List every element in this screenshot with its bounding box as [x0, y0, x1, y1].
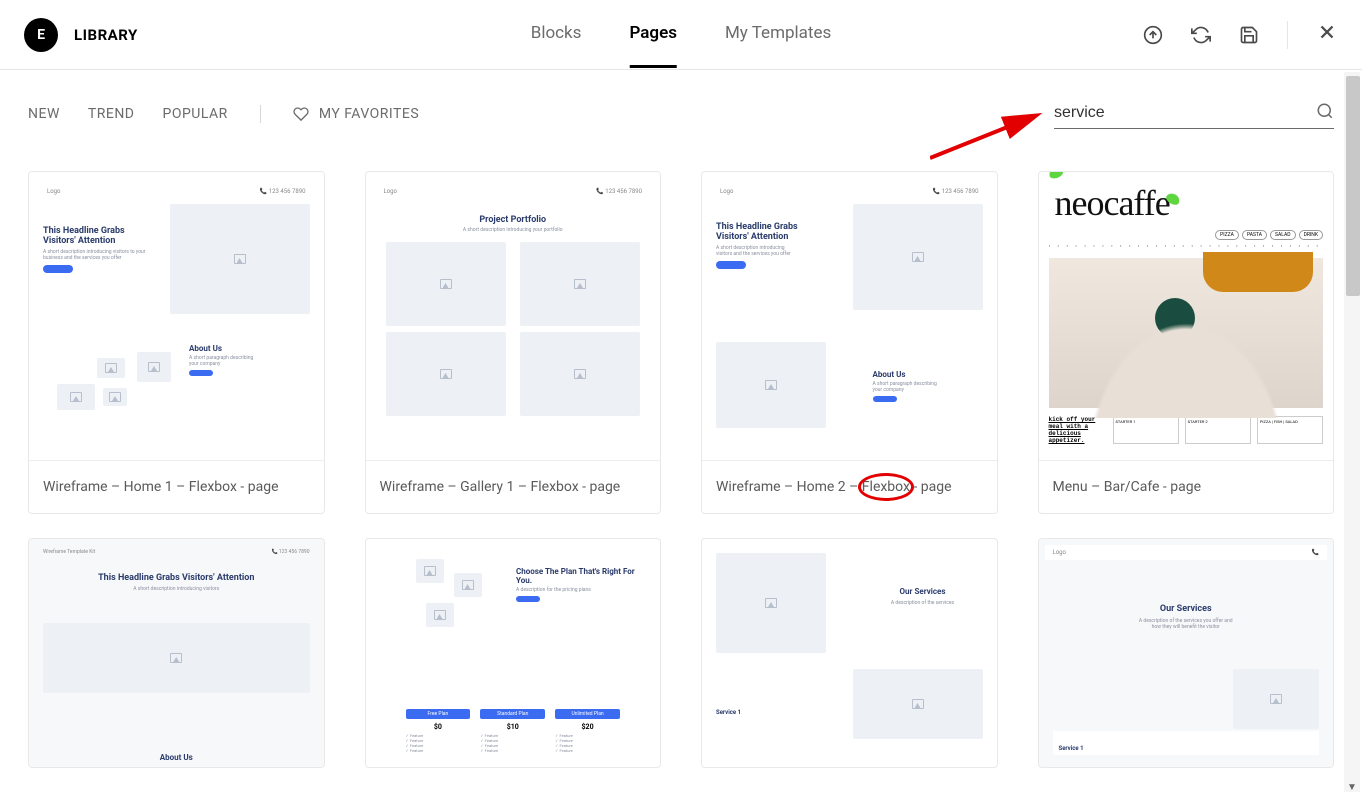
template-thumbnail: neocaffe PIZZA PASTA SALAD DRINK • • • •… [1039, 172, 1334, 460]
my-favorites-button[interactable]: MY FAVORITES [293, 106, 419, 122]
upload-icon[interactable] [1143, 25, 1163, 45]
template-thumbnail: Logo📞 123 456 7890 This Headline Grabs V… [702, 172, 997, 460]
search-input[interactable] [1054, 98, 1316, 128]
refresh-icon[interactable] [1191, 25, 1211, 45]
scrollbar-down-icon[interactable]: ▼ [1344, 779, 1360, 795]
template-card[interactable]: neocaffe PIZZA PASTA SALAD DRINK • • • •… [1038, 171, 1335, 514]
tab-blocks[interactable]: Blocks [531, 1, 582, 68]
template-title: Menu – Bar/Cafe - page [1039, 460, 1334, 513]
heart-icon [293, 106, 309, 122]
template-thumbnail: Logo📞 123 456 7890 Project Portfolio A s… [366, 172, 661, 460]
template-title: Wireframe – Gallery 1 – Flexbox - page [366, 460, 661, 513]
divider [260, 105, 261, 123]
template-card[interactable]: Logo📞 123 456 7890 This Headline Grabs V… [701, 171, 998, 514]
scrollbar-thumb[interactable] [1346, 76, 1360, 296]
save-icon[interactable] [1239, 25, 1259, 45]
template-card[interactable]: Our Services A description of the servic… [701, 538, 998, 768]
filter-new[interactable]: NEW [28, 106, 60, 122]
divider [1287, 21, 1288, 49]
elementor-logo: E [24, 18, 58, 52]
template-title: Wireframe – Home 2 – Flexbox - page [702, 460, 997, 513]
template-title: Wireframe – Home 1 – Flexbox - page [29, 460, 324, 513]
my-favorites-label: MY FAVORITES [319, 106, 419, 122]
template-card[interactable]: Choose The Plan That's Right For You. A … [365, 538, 662, 768]
template-card[interactable]: Logo📞 123 456 7890 This Headline Grabs V… [28, 171, 325, 514]
tab-my-templates[interactable]: My Templates [725, 1, 831, 68]
template-card[interactable]: Wireframe Template Kit📞 123 456 7890 Thi… [28, 538, 325, 768]
search-icon[interactable] [1316, 102, 1334, 124]
template-card[interactable]: Logo📞 123 456 7890 Project Portfolio A s… [365, 171, 662, 514]
tab-pages[interactable]: Pages [629, 1, 677, 68]
template-card[interactable]: Logo📞 Our Services A description of the … [1038, 538, 1335, 768]
template-thumbnail: Logo📞 123 456 7890 This Headline Grabs V… [29, 172, 324, 460]
library-title: LIBRARY [74, 26, 138, 44]
filter-trend[interactable]: TREND [88, 106, 135, 122]
filter-popular[interactable]: POPULAR [163, 106, 228, 122]
close-icon[interactable] [1316, 21, 1338, 49]
